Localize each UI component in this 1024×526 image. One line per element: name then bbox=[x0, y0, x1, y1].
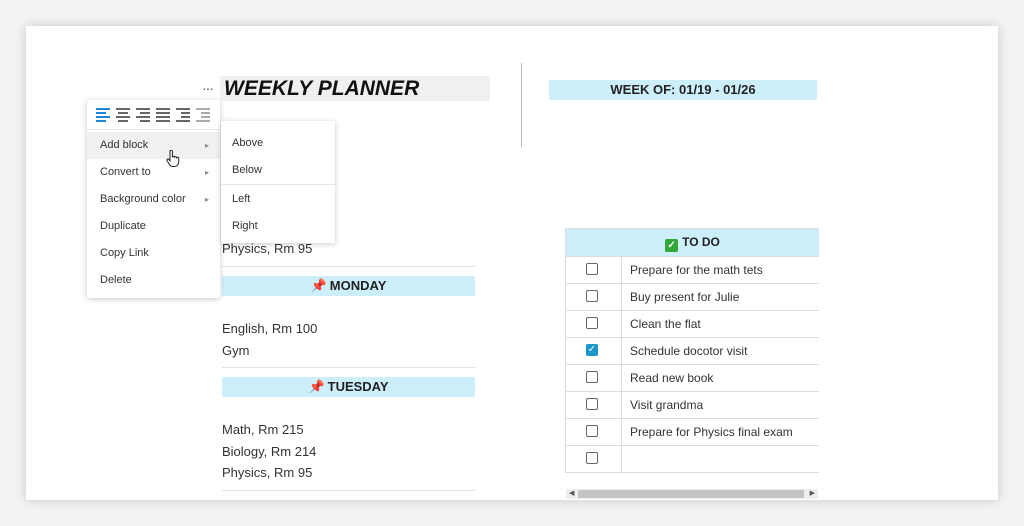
schedule-entry: English, Rm 100 bbox=[222, 321, 318, 336]
submenu-item-above[interactable]: Above bbox=[221, 130, 335, 156]
checkbox-cell bbox=[566, 365, 622, 391]
align-center-icon[interactable] bbox=[116, 108, 132, 122]
checkbox-cell bbox=[566, 311, 622, 337]
todo-checkbox[interactable] bbox=[586, 263, 598, 275]
submenu-item-right[interactable]: Right bbox=[221, 213, 335, 239]
schedule-entry: Physics, Rm 95 bbox=[222, 465, 313, 480]
column-divider bbox=[521, 63, 522, 147]
alignment-toolbar bbox=[96, 108, 212, 122]
todo-item-text[interactable] bbox=[622, 446, 819, 472]
table-row: Visit grandma bbox=[566, 392, 819, 419]
todo-item-text[interactable]: Visit grandma bbox=[622, 392, 819, 418]
submenu-item-left[interactable]: Left bbox=[221, 186, 335, 212]
menu-divider bbox=[221, 184, 335, 185]
align-justify-icon[interactable] bbox=[156, 108, 172, 122]
horizontal-scrollbar[interactable]: ◀ ▶ bbox=[566, 489, 818, 499]
todo-item-text[interactable]: Prepare for Physics final exam bbox=[622, 419, 819, 445]
menu-item-convert-to[interactable]: Convert to ▸ bbox=[87, 159, 220, 186]
day-label: TUESDAY bbox=[327, 379, 389, 394]
menu-item-label: Delete bbox=[100, 274, 132, 286]
submenu-item-below[interactable]: Below bbox=[221, 157, 335, 183]
checkbox-cell bbox=[566, 392, 622, 418]
more-options-icon[interactable]: ··· bbox=[202, 80, 218, 96]
menu-item-label: Convert to bbox=[100, 166, 151, 178]
divider bbox=[222, 266, 475, 267]
menu-item-duplicate[interactable]: Duplicate bbox=[87, 213, 220, 240]
todo-checkbox[interactable] bbox=[586, 371, 598, 383]
todo-item-text[interactable]: Buy present for Julie bbox=[622, 284, 819, 310]
schedule-entry: Math, Rm 215 bbox=[222, 422, 304, 437]
chevron-right-icon: ▸ bbox=[204, 141, 209, 150]
block-context-menu: Add block ▸ Convert to ▸ Background colo… bbox=[87, 100, 220, 298]
indent-icon[interactable] bbox=[176, 108, 192, 122]
align-left-icon[interactable] bbox=[96, 108, 112, 122]
todo-checkbox[interactable] bbox=[586, 452, 598, 464]
chevron-right-icon: ▸ bbox=[204, 168, 209, 177]
week-of-banner: WEEK OF: 01/19 - 01/26 bbox=[549, 80, 817, 100]
checkbox-cell: ✓ bbox=[566, 338, 622, 364]
todo-item-text[interactable]: Prepare for the math tets bbox=[622, 257, 819, 283]
todo-checkbox[interactable] bbox=[586, 317, 598, 329]
scrollbar-thumb[interactable] bbox=[578, 490, 804, 498]
menu-item-add-block[interactable]: Add block ▸ bbox=[87, 132, 220, 159]
day-header-monday: 📌 MONDAY bbox=[222, 276, 475, 296]
todo-checkbox[interactable] bbox=[586, 425, 598, 437]
todo-item-text[interactable]: Schedule docotor visit bbox=[622, 338, 819, 364]
pushpin-icon: 📌 bbox=[308, 379, 325, 394]
table-row: Read new book bbox=[566, 365, 819, 392]
hand-cursor-icon bbox=[166, 150, 180, 167]
menu-item-copy-link[interactable]: Copy Link bbox=[87, 240, 220, 267]
checkbox-cell bbox=[566, 419, 622, 445]
day-header-tuesday: 📌 TUESDAY bbox=[222, 377, 475, 397]
table-row: ✓ Schedule docotor visit bbox=[566, 338, 819, 365]
todo-item-text[interactable]: Read new book bbox=[622, 365, 819, 391]
checkbox-cell bbox=[566, 446, 622, 472]
pushpin-icon: 📌 bbox=[310, 278, 327, 293]
todo-checkbox[interactable] bbox=[586, 398, 598, 410]
menu-item-label: Copy Link bbox=[100, 247, 149, 259]
menu-item-label: Add block bbox=[100, 139, 149, 151]
divider bbox=[222, 367, 475, 368]
todo-header-label: TO DO bbox=[682, 235, 720, 249]
outdent-icon[interactable] bbox=[196, 108, 212, 122]
page-title: WEEKLY PLANNER bbox=[224, 77, 420, 100]
todo-checkbox[interactable] bbox=[586, 290, 598, 302]
table-row: Clean the flat bbox=[566, 311, 819, 338]
todo-item-text[interactable]: Clean the flat bbox=[622, 311, 819, 337]
checkbox-cell bbox=[566, 257, 622, 283]
menu-divider bbox=[87, 129, 220, 130]
menu-item-delete[interactable]: Delete bbox=[87, 267, 220, 294]
schedule-entry: Gym bbox=[222, 343, 250, 358]
table-row: Prepare for Physics final exam bbox=[566, 419, 819, 446]
scroll-right-icon[interactable]: ▶ bbox=[810, 489, 815, 499]
checkbox-cell bbox=[566, 284, 622, 310]
chevron-right-icon: ▸ bbox=[204, 195, 209, 204]
scroll-left-icon[interactable]: ◀ bbox=[569, 489, 574, 499]
menu-item-label: Background color bbox=[100, 193, 186, 205]
menu-item-label: Duplicate bbox=[100, 220, 146, 232]
checkmark-icon: ✓ bbox=[665, 239, 679, 252]
todo-checkbox-checked[interactable]: ✓ bbox=[586, 344, 598, 356]
add-block-submenu: Above Below Left Right bbox=[221, 121, 335, 243]
table-row bbox=[566, 446, 819, 473]
table-row: Buy present for Julie bbox=[566, 284, 819, 311]
schedule-entry: Biology, Rm 214 bbox=[222, 444, 317, 459]
todo-header: ✓ TO DO bbox=[566, 229, 819, 257]
todo-table: ✓ TO DO Prepare for the math tets Buy pre… bbox=[565, 228, 819, 473]
divider bbox=[222, 490, 475, 491]
table-row: Prepare for the math tets bbox=[566, 257, 819, 284]
align-right-icon[interactable] bbox=[136, 108, 152, 122]
day-label: MONDAY bbox=[329, 278, 387, 293]
menu-item-background-color[interactable]: Background color ▸ bbox=[87, 186, 220, 213]
